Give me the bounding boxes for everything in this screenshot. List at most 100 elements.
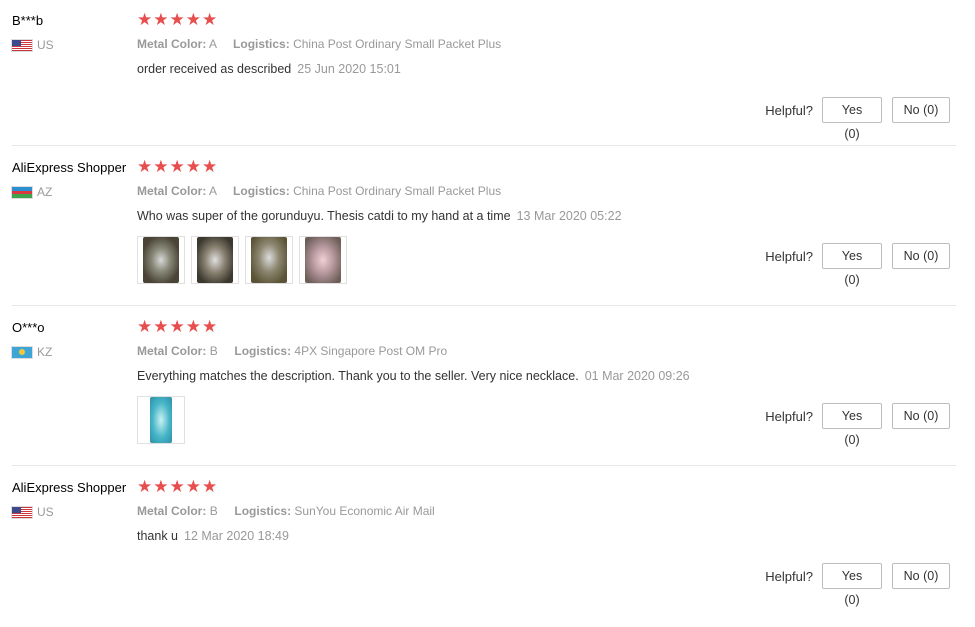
- review-item: AliExpress Shopper US ★★★★★ Metal Color:…: [0, 467, 956, 627]
- reviewer-country: US: [12, 505, 132, 519]
- review-divider: [12, 465, 956, 466]
- review-date: 13 Mar 2020 05:22: [516, 209, 622, 223]
- reviewer-info: B***b US: [12, 13, 132, 52]
- star-icon: ★: [202, 157, 218, 176]
- review-content: ★★★★★ Metal Color: A Logistics: China Po…: [137, 10, 957, 77]
- star-icon: ★: [185, 157, 201, 176]
- star-icon: ★: [185, 317, 201, 336]
- logistics-label: Logistics:: [233, 184, 290, 198]
- metal-color-value: B: [209, 344, 218, 358]
- review-content: ★★★★★ Metal Color: B Logistics: SunYou E…: [137, 477, 957, 544]
- country-code: US: [37, 505, 54, 519]
- review-photo[interactable]: [137, 236, 185, 284]
- reviewer-info: AliExpress Shopper US: [12, 480, 132, 519]
- reviewer-info: O***o KZ: [12, 320, 132, 359]
- review-item: B***b US ★★★★★ Metal Color: A Logistics:…: [0, 0, 956, 160]
- helpful-label: Helpful?: [765, 569, 813, 584]
- star-icon: ★: [153, 317, 169, 336]
- helpful-vote: Helpful? Yes (0) No (0): [765, 96, 950, 141]
- review-divider: [12, 145, 956, 146]
- helpful-yes-button[interactable]: Yes (0): [822, 563, 882, 607]
- helpful-yes-button[interactable]: Yes (0): [822, 243, 882, 287]
- star-rating: ★★★★★: [137, 157, 957, 176]
- reviewer-country: US: [12, 38, 132, 52]
- order-attributes: Metal Color: B Logistics: 4PX Singapore …: [137, 344, 957, 359]
- order-attributes: Metal Color: A Logistics: China Post Ord…: [137, 184, 957, 199]
- reviewer-name: AliExpress Shopper: [12, 480, 127, 495]
- star-icon: ★: [137, 10, 153, 29]
- helpful-vote: Helpful? Yes (0) No (0): [765, 402, 950, 447]
- helpful-no-button[interactable]: No (0): [892, 403, 950, 429]
- star-rating: ★★★★★: [137, 10, 957, 29]
- review-date: 12 Mar 2020 18:49: [184, 529, 289, 543]
- helpful-yes-button[interactable]: Yes (0): [822, 97, 882, 141]
- helpful-vote: Helpful? Yes (0) No (0): [765, 242, 950, 287]
- order-attributes: Metal Color: A Logistics: China Post Ord…: [137, 37, 957, 52]
- review-date: 01 Mar 2020 09:26: [584, 369, 690, 383]
- metal-color-value: A: [209, 184, 217, 198]
- us-flag-icon: [12, 506, 32, 518]
- review-item: O***o KZ ★★★★★ Metal Color: B Logistics:…: [0, 307, 956, 467]
- us-flag-icon: [12, 39, 32, 51]
- kz-flag-icon: [12, 346, 32, 358]
- review-divider: [12, 305, 956, 306]
- country-code: US: [37, 38, 54, 52]
- helpful-no-button[interactable]: No (0): [892, 97, 950, 123]
- reviews-list: B***b US ★★★★★ Metal Color: A Logistics:…: [0, 0, 975, 607]
- metal-color-value: A: [209, 37, 217, 51]
- review-text: Who was super of the gorunduyu. Thesis c…: [137, 209, 511, 223]
- star-icon: ★: [153, 477, 169, 496]
- logistics-label: Logistics:: [234, 504, 292, 518]
- star-icon: ★: [169, 157, 185, 176]
- review-item: AliExpress Shopper AZ ★★★★★ Metal Color:…: [0, 147, 956, 307]
- helpful-yes-button[interactable]: Yes (0): [822, 403, 882, 447]
- az-flag-icon: [12, 186, 32, 198]
- star-icon: ★: [202, 317, 218, 336]
- star-icon: ★: [137, 157, 153, 176]
- metal-color-value: B: [209, 504, 218, 518]
- star-icon: ★: [153, 157, 169, 176]
- review-text-line: Everything matches the description. Than…: [137, 369, 957, 384]
- metal-color-label: Metal Color:: [137, 184, 207, 198]
- star-icon: ★: [169, 477, 185, 496]
- reviewer-info: AliExpress Shopper AZ: [12, 160, 132, 199]
- star-icon: ★: [169, 10, 185, 29]
- logistics-label: Logistics:: [234, 344, 292, 358]
- review-text: order received as described: [137, 62, 292, 76]
- review-photo[interactable]: [299, 236, 347, 284]
- review-text-line: order received as described 25 Jun 2020 1…: [137, 62, 957, 77]
- reviewer-country: AZ: [12, 185, 132, 199]
- star-icon: ★: [185, 10, 201, 29]
- star-icon: ★: [137, 477, 153, 496]
- review-date: 25 Jun 2020 15:01: [297, 62, 401, 76]
- star-rating: ★★★★★: [137, 317, 957, 336]
- country-code: KZ: [37, 345, 53, 359]
- star-icon: ★: [137, 317, 153, 336]
- star-icon: ★: [153, 10, 169, 29]
- reviewer-name: O***o: [12, 320, 45, 335]
- helpful-label: Helpful?: [765, 409, 813, 424]
- review-text-line: thank u 12 Mar 2020 18:49: [137, 529, 957, 544]
- metal-color-label: Metal Color:: [137, 344, 207, 358]
- star-icon: ★: [169, 317, 185, 336]
- star-icon: ★: [202, 477, 218, 496]
- review-photo[interactable]: [137, 396, 185, 444]
- helpful-no-button[interactable]: No (0): [892, 243, 950, 269]
- helpful-no-button[interactable]: No (0): [892, 563, 950, 589]
- logistics-value: China Post Ordinary Small Packet Plus: [293, 37, 502, 51]
- country-code: AZ: [37, 185, 53, 199]
- reviewer-name: AliExpress Shopper: [12, 160, 127, 175]
- logistics-label: Logistics:: [233, 37, 290, 51]
- review-photo[interactable]: [191, 236, 239, 284]
- logistics-value: 4PX Singapore Post OM Pro: [294, 344, 448, 358]
- star-rating: ★★★★★: [137, 477, 957, 496]
- reviewer-name: B***b: [12, 13, 44, 28]
- review-text: Everything matches the description. Than…: [137, 369, 579, 383]
- review-photo[interactable]: [245, 236, 293, 284]
- logistics-value: China Post Ordinary Small Packet Plus: [293, 184, 502, 198]
- star-icon: ★: [202, 10, 218, 29]
- reviewer-country: KZ: [12, 345, 132, 359]
- metal-color-label: Metal Color:: [137, 504, 207, 518]
- helpful-label: Helpful?: [765, 249, 813, 264]
- star-icon: ★: [185, 477, 201, 496]
